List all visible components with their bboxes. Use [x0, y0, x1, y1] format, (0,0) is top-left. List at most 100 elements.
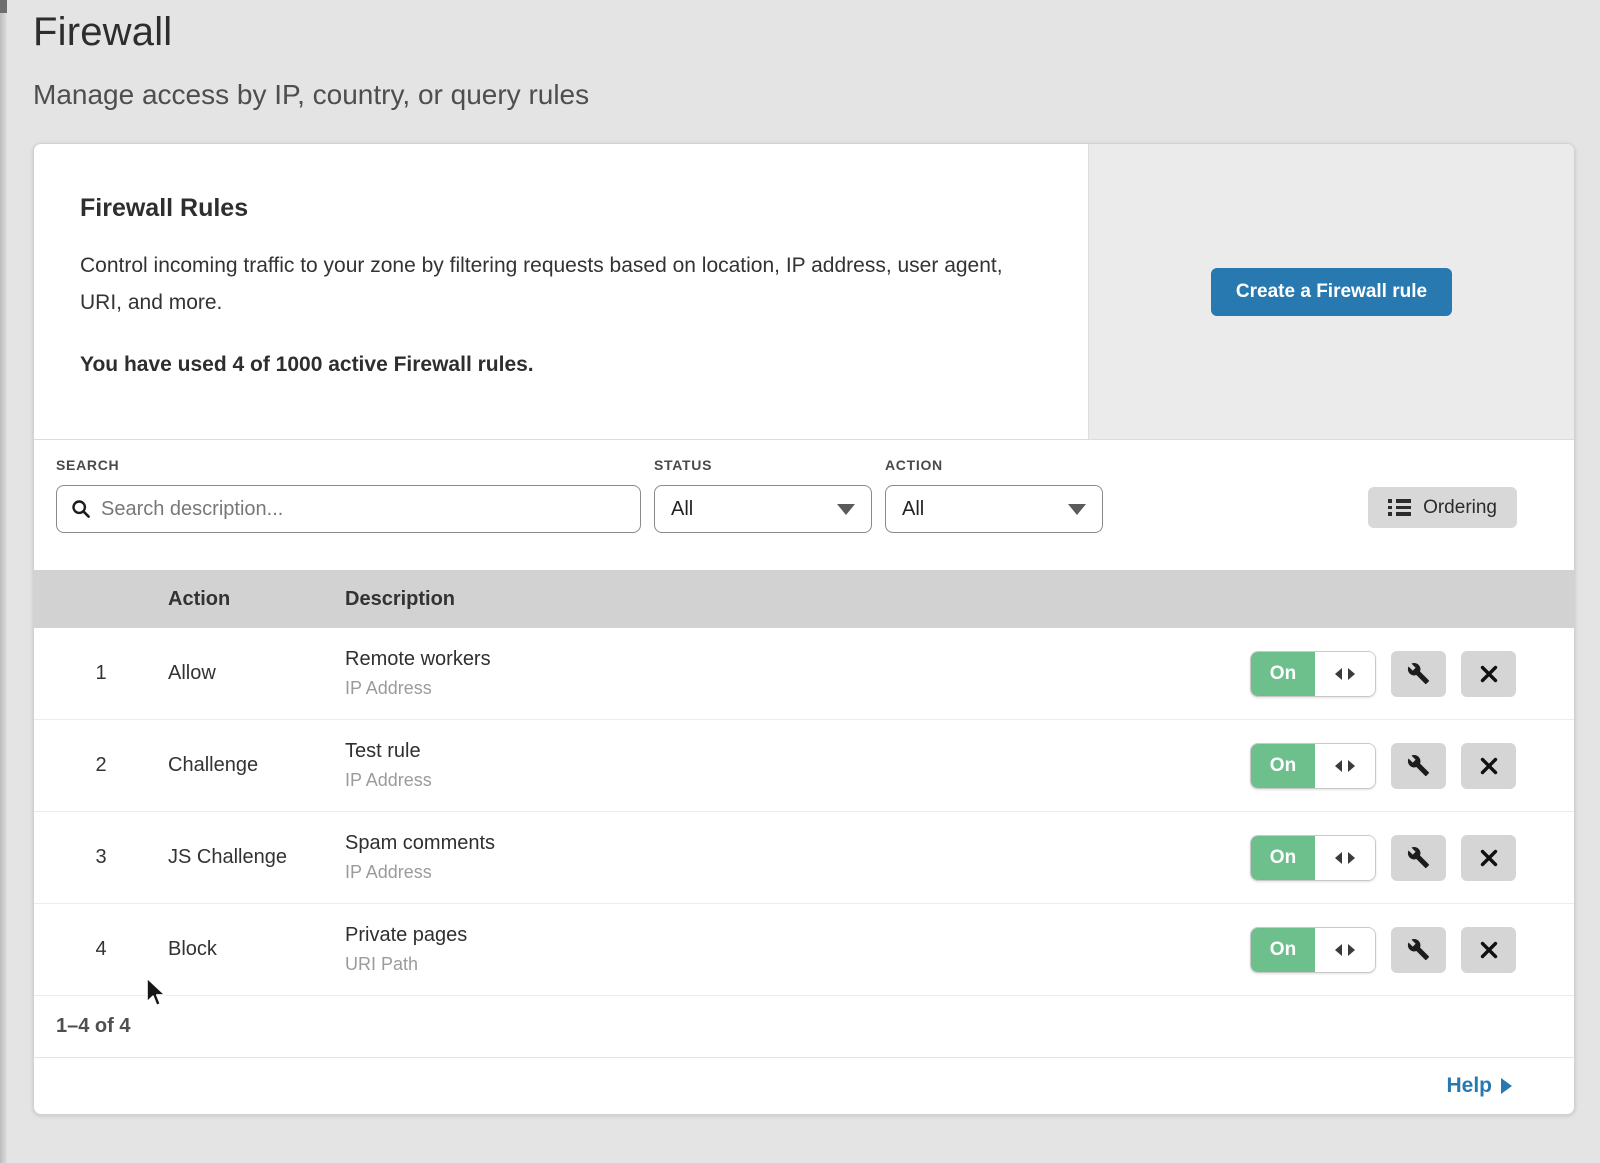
close-icon — [1479, 664, 1499, 684]
rule-action: Allow — [168, 662, 345, 685]
close-icon — [1479, 756, 1499, 776]
toggle-on-label[interactable]: On — [1251, 744, 1315, 788]
create-firewall-rule-button[interactable]: Create a Firewall rule — [1211, 268, 1452, 316]
rule-action: Challenge — [168, 754, 345, 777]
chevron-down-icon — [837, 504, 855, 515]
rule-enabled-toggle[interactable]: On — [1250, 835, 1376, 881]
arrow-right-icon — [1501, 1078, 1512, 1094]
help-link-label: Help — [1446, 1074, 1492, 1098]
rule-action: Block — [168, 938, 345, 961]
filters-bar: SEARCH STATUS All ACTION — [34, 440, 1574, 570]
table-row: 4 Block Private pages URI Path On — [34, 904, 1574, 996]
left-right-arrows-icon — [1332, 851, 1358, 865]
toggle-drag-handle[interactable] — [1315, 744, 1375, 788]
window-edge — [0, 0, 7, 1163]
close-icon — [1479, 848, 1499, 868]
wrench-icon — [1407, 754, 1430, 777]
delete-rule-button[interactable] — [1461, 651, 1516, 697]
table-row: 1 Allow Remote workers IP Address On — [34, 628, 1574, 720]
create-rule-aside: Create a Firewall rule — [1088, 144, 1574, 439]
edit-rule-button[interactable] — [1391, 927, 1446, 973]
wrench-icon — [1407, 938, 1430, 961]
ordering-button[interactable]: Ordering — [1368, 487, 1517, 528]
rule-controls: On — [1250, 835, 1574, 881]
search-input[interactable] — [101, 498, 626, 521]
wrench-icon — [1407, 662, 1430, 685]
card-footer: Help — [34, 1058, 1574, 1114]
delete-rule-button[interactable] — [1461, 927, 1516, 973]
toggle-drag-handle[interactable] — [1315, 928, 1375, 972]
toggle-on-label[interactable]: On — [1251, 836, 1315, 880]
toggle-on-label[interactable]: On — [1251, 928, 1315, 972]
chevron-down-icon — [1068, 504, 1086, 515]
rule-priority: 3 — [34, 846, 168, 869]
overview-text-block: Firewall Rules Control incoming traffic … — [34, 144, 1088, 439]
action-selected-value: All — [902, 498, 924, 521]
toggle-drag-handle[interactable] — [1315, 836, 1375, 880]
search-icon — [71, 499, 91, 519]
toggle-drag-handle[interactable] — [1315, 652, 1375, 696]
pagination-status: 1–4 of 4 — [34, 996, 1574, 1058]
rule-description-cell: Private pages URI Path — [345, 924, 1250, 975]
page: Firewall Manage access by IP, country, o… — [0, 0, 1600, 1163]
edit-rule-button[interactable] — [1391, 651, 1446, 697]
rule-description: Private pages — [345, 924, 1250, 947]
search-label: SEARCH — [56, 457, 641, 473]
rule-controls: On — [1250, 927, 1574, 973]
help-link[interactable]: Help — [1446, 1074, 1512, 1098]
action-filter-group: ACTION All — [885, 457, 1103, 533]
status-filter-group: STATUS All — [654, 457, 872, 533]
rule-description-cell: Remote workers IP Address — [345, 648, 1250, 699]
action-select[interactable]: All — [885, 485, 1103, 533]
page-header: Firewall Manage access by IP, country, o… — [0, 0, 1600, 111]
status-label: STATUS — [654, 457, 872, 473]
rule-enabled-toggle[interactable]: On — [1250, 743, 1376, 789]
rule-controls: On — [1250, 651, 1574, 697]
rule-enabled-toggle[interactable]: On — [1250, 927, 1376, 973]
rule-description-cell: Test rule IP Address — [345, 740, 1250, 791]
rule-description: Spam comments — [345, 832, 1250, 855]
rule-priority: 4 — [34, 938, 168, 961]
rule-description: Remote workers — [345, 648, 1250, 671]
rule-description: Test rule — [345, 740, 1250, 763]
delete-rule-button[interactable] — [1461, 835, 1516, 881]
overview-description: Control incoming traffic to your zone by… — [80, 247, 1030, 321]
action-label: ACTION — [885, 457, 1103, 473]
rule-match-field: URI Path — [345, 954, 1250, 975]
status-selected-value: All — [671, 498, 693, 521]
rule-enabled-toggle[interactable]: On — [1250, 651, 1376, 697]
status-select[interactable]: All — [654, 485, 872, 533]
edit-rule-button[interactable] — [1391, 835, 1446, 881]
rule-description-cell: Spam comments IP Address — [345, 832, 1250, 883]
rule-match-field: IP Address — [345, 862, 1250, 883]
rule-controls: On — [1250, 743, 1574, 789]
rule-match-field: IP Address — [345, 770, 1250, 791]
left-right-arrows-icon — [1332, 667, 1358, 681]
table-header-row: Action Description — [34, 570, 1574, 628]
left-right-arrows-icon — [1332, 943, 1358, 957]
rules-table-body: 1 Allow Remote workers IP Address On — [34, 628, 1574, 996]
ordering-button-label: Ordering — [1423, 497, 1497, 519]
toggle-on-label[interactable]: On — [1251, 652, 1315, 696]
page-subtitle: Manage access by IP, country, or query r… — [33, 79, 1600, 111]
overview-heading: Firewall Rules — [80, 194, 1042, 223]
page-title: Firewall — [33, 10, 1600, 55]
table-row: 2 Challenge Test rule IP Address On — [34, 720, 1574, 812]
delete-rule-button[interactable] — [1461, 743, 1516, 789]
wrench-icon — [1407, 846, 1430, 869]
search-box[interactable] — [56, 485, 641, 533]
column-header-description: Description — [345, 588, 1516, 611]
rule-match-field: IP Address — [345, 678, 1250, 699]
usage-summary: You have used 4 of 1000 active Firewall … — [80, 353, 1042, 377]
rule-priority: 2 — [34, 754, 168, 777]
rule-action: JS Challenge — [168, 846, 345, 869]
rule-priority: 1 — [34, 662, 168, 685]
edit-rule-button[interactable] — [1391, 743, 1446, 789]
firewall-rules-card: Firewall Rules Control incoming traffic … — [33, 143, 1575, 1115]
close-icon — [1479, 940, 1499, 960]
table-row: 3 JS Challenge Spam comments IP Address … — [34, 812, 1574, 904]
left-right-arrows-icon — [1332, 759, 1358, 773]
ordered-list-icon — [1388, 499, 1411, 516]
window-notch — [0, 0, 7, 13]
search-filter-group: SEARCH — [56, 457, 641, 533]
